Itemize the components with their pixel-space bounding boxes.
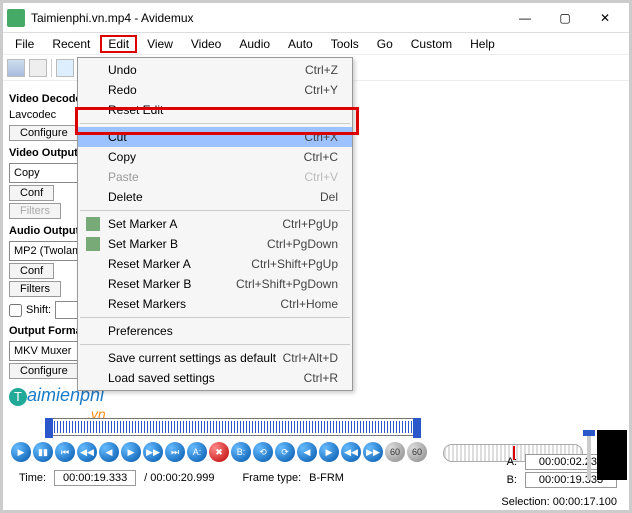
selection-label: Selection: xyxy=(501,496,549,508)
menu-audio[interactable]: Audio xyxy=(231,35,278,53)
menu-custom[interactable]: Custom xyxy=(403,35,460,53)
open-icon[interactable] xyxy=(7,59,25,77)
transport-btn-16[interactable]: ▶▶ xyxy=(363,442,383,462)
transport-btn-7[interactable]: ⏭ xyxy=(165,442,185,462)
transport-btn-18[interactable]: 60 xyxy=(407,442,427,462)
maximize-button[interactable]: ▢ xyxy=(545,4,585,32)
menu-item-reset-marker-a[interactable]: Reset Marker ACtrl+Shift+PgUp xyxy=(78,254,352,274)
menu-go[interactable]: Go xyxy=(369,35,401,53)
transport-btn-3[interactable]: ◀◀ xyxy=(77,442,97,462)
transport-btn-0[interactable]: ▶ xyxy=(11,442,31,462)
info-icon[interactable] xyxy=(56,59,74,77)
marker-a-handle[interactable] xyxy=(45,418,53,438)
timeline-track[interactable] xyxy=(45,418,421,436)
save-icon[interactable] xyxy=(29,59,47,77)
frame-type-label: Frame type: xyxy=(242,472,301,484)
menu-item-cut[interactable]: CutCtrl+X xyxy=(78,127,352,147)
menu-file[interactable]: File xyxy=(7,35,42,53)
transport-btn-5[interactable]: ▶ xyxy=(121,442,141,462)
transport-btn-11[interactable]: ⟲ xyxy=(253,442,273,462)
menu-item-paste: PasteCtrl+V xyxy=(78,167,352,187)
decoder-configure-button[interactable]: Configure xyxy=(9,125,79,141)
menu-help[interactable]: Help xyxy=(462,35,503,53)
minimize-button[interactable]: — xyxy=(505,4,545,32)
transport-btn-12[interactable]: ⟳ xyxy=(275,442,295,462)
menu-auto[interactable]: Auto xyxy=(280,35,321,53)
vu-meter xyxy=(597,430,627,480)
menu-edit[interactable]: Edit xyxy=(100,35,137,53)
transport-btn-9[interactable]: ✖ xyxy=(209,442,229,462)
shift-checkbox[interactable] xyxy=(9,304,22,317)
transport-btn-4[interactable]: ◀ xyxy=(99,442,119,462)
audio-configure-button[interactable]: Conf xyxy=(9,263,54,279)
marker-a-label: A: xyxy=(507,456,517,468)
time-total: / 00:00:20.999 xyxy=(144,472,214,484)
video-configure-button[interactable]: Conf xyxy=(9,185,54,201)
close-button[interactable]: ✕ xyxy=(585,4,625,32)
time-current-input[interactable]: 00:00:19.333 xyxy=(54,470,136,486)
time-label: Time: xyxy=(19,472,46,484)
menu-item-set-marker-b[interactable]: Set Marker BCtrl+PgDown xyxy=(78,234,352,254)
selection-value: 00:00:17.100 xyxy=(553,496,617,508)
menu-tools[interactable]: Tools xyxy=(323,35,367,53)
format-configure-button[interactable]: Configure xyxy=(9,363,79,379)
transport-controls: ▶▮▮⏮◀◀◀▶▶▶⏭A:✖B:⟲⟳◀▶◀◀▶▶6060 xyxy=(11,442,427,462)
frame-type-value: B-FRM xyxy=(309,472,344,484)
marker-b-label: B: xyxy=(507,474,517,486)
menu-item-set-marker-a[interactable]: Set Marker ACtrl+PgUp xyxy=(78,214,352,234)
menu-item-preferences[interactable]: Preferences xyxy=(78,321,352,341)
transport-btn-13[interactable]: ◀ xyxy=(297,442,317,462)
menu-view[interactable]: View xyxy=(139,35,181,53)
transport-btn-10[interactable]: B: xyxy=(231,442,251,462)
menu-item-reset-marker-b[interactable]: Reset Marker BCtrl+Shift+PgDown xyxy=(78,274,352,294)
menu-recent[interactable]: Recent xyxy=(44,35,98,53)
transport-btn-14[interactable]: ▶ xyxy=(319,442,339,462)
transport-btn-17[interactable]: 60 xyxy=(385,442,405,462)
volume-slider[interactable] xyxy=(587,430,591,480)
menu-item-save-current-settings-as-default[interactable]: Save current settings as defaultCtrl+Alt… xyxy=(78,348,352,368)
app-icon xyxy=(7,9,25,27)
transport-btn-6[interactable]: ▶▶ xyxy=(143,442,163,462)
marker-b-handle[interactable] xyxy=(413,418,421,438)
shift-label: Shift: xyxy=(26,304,51,316)
transport-btn-2[interactable]: ⏮ xyxy=(55,442,75,462)
menu-item-reset-edit[interactable]: Reset Edit xyxy=(78,100,352,120)
menubar: File Recent Edit View Video Audio Auto T… xyxy=(3,33,629,55)
audio-filters-button[interactable]: Filters xyxy=(9,281,61,297)
menu-item-delete[interactable]: DeleteDel xyxy=(78,187,352,207)
menu-item-reset-markers[interactable]: Reset MarkersCtrl+Home xyxy=(78,294,352,314)
transport-btn-1[interactable]: ▮▮ xyxy=(33,442,53,462)
video-filters-button[interactable]: Filters xyxy=(9,203,61,219)
menu-item-load-saved-settings[interactable]: Load saved settingsCtrl+R xyxy=(78,368,352,388)
transport-btn-15[interactable]: ◀◀ xyxy=(341,442,361,462)
menu-item-copy[interactable]: CopyCtrl+C xyxy=(78,147,352,167)
edit-dropdown: UndoCtrl+ZRedoCtrl+YReset Edit CutCtrl+XC… xyxy=(77,57,353,391)
menu-video[interactable]: Video xyxy=(183,35,229,53)
window-title: Taimienphi.vn.mp4 - Avidemux xyxy=(31,11,505,25)
transport-btn-8[interactable]: A: xyxy=(187,442,207,462)
menu-item-undo[interactable]: UndoCtrl+Z xyxy=(78,60,352,80)
menu-item-redo[interactable]: RedoCtrl+Y xyxy=(78,80,352,100)
